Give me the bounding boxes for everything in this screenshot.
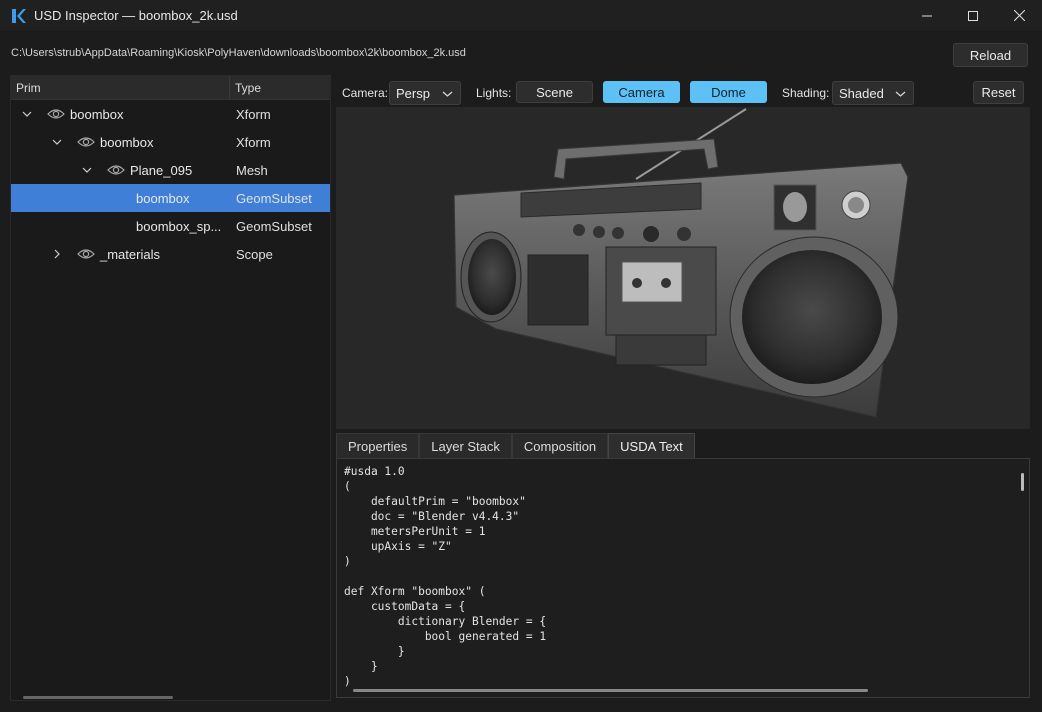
file-path: C:\Users\strub\AppData\Roaming\Kiosk\Pol… bbox=[11, 47, 466, 59]
column-header-prim[interactable]: Prim bbox=[11, 76, 230, 99]
eye-icon[interactable] bbox=[107, 164, 125, 176]
close-icon bbox=[1013, 9, 1025, 24]
minimize-icon bbox=[922, 9, 932, 24]
horizontal-scrollbar[interactable] bbox=[353, 689, 868, 692]
chevron-down-icon[interactable] bbox=[51, 136, 63, 148]
app-logo-icon bbox=[9, 7, 27, 25]
horizontal-scrollbar[interactable] bbox=[23, 696, 173, 699]
prim-type: GeomSubset bbox=[236, 218, 312, 234]
minimize-button[interactable] bbox=[904, 0, 950, 32]
prim-name: _materials bbox=[100, 246, 160, 262]
tree-row[interactable]: Plane_095 Mesh bbox=[11, 156, 330, 184]
camera-dropdown[interactable]: Persp bbox=[389, 81, 461, 105]
tree-row[interactable]: _materials Scope bbox=[11, 240, 330, 268]
shading-dropdown[interactable]: Shaded bbox=[832, 81, 914, 105]
chevron-down-icon[interactable] bbox=[81, 164, 93, 176]
prim-type: Xform bbox=[236, 134, 271, 150]
eye-icon[interactable] bbox=[47, 108, 65, 120]
tree-row[interactable]: boombox_sp... GeomSubset bbox=[11, 212, 330, 240]
reload-button[interactable]: Reload bbox=[953, 43, 1028, 67]
lights-label: Lights: bbox=[476, 86, 512, 100]
eye-icon[interactable] bbox=[77, 136, 95, 148]
usda-code: #usda 1.0 ( defaultPrim = "boombox" doc … bbox=[344, 465, 547, 688]
prim-name: boombox bbox=[136, 190, 190, 206]
reset-button[interactable]: Reset bbox=[973, 81, 1024, 104]
camera-label: Camera: bbox=[342, 86, 389, 100]
tab-composition[interactable]: Composition bbox=[511, 433, 609, 458]
chevron-down-icon bbox=[895, 87, 906, 102]
light-toggle-dome[interactable]: Dome bbox=[690, 81, 767, 103]
prim-name: boombox_sp... bbox=[136, 218, 222, 234]
maximize-button[interactable] bbox=[950, 0, 996, 32]
maximize-icon bbox=[968, 9, 978, 24]
window-title: USD Inspector — boombox_2k.usd bbox=[34, 8, 238, 23]
prim-type: Xform bbox=[236, 106, 271, 122]
chevron-down-icon[interactable] bbox=[21, 108, 33, 120]
title-bar: USD Inspector — boombox_2k.usd bbox=[0, 0, 1042, 32]
usda-text-view[interactable]: #usda 1.0 ( defaultPrim = "boombox" doc … bbox=[336, 458, 1030, 698]
tree-row[interactable]: boombox Xform bbox=[11, 100, 330, 128]
prim-tree-panel: Prim Type boombox Xform boombox Xform Pl… bbox=[10, 75, 331, 701]
path-bar: C:\Users\strub\AppData\Roaming\Kiosk\Pol… bbox=[0, 32, 1042, 74]
3d-viewport[interactable] bbox=[336, 107, 1030, 429]
tab-layer-stack[interactable]: Layer Stack bbox=[419, 433, 512, 458]
viewport-toolbar: Camera: Persp Lights: Scene Camera Dome … bbox=[336, 78, 1032, 108]
tree-row[interactable]: boombox Xform bbox=[11, 128, 330, 156]
chevron-down-icon bbox=[442, 87, 453, 102]
shading-value: Shaded bbox=[839, 85, 884, 101]
eye-icon[interactable] bbox=[77, 248, 95, 260]
light-toggle-scene[interactable]: Scene bbox=[516, 81, 593, 103]
column-header-type[interactable]: Type bbox=[230, 76, 261, 99]
tree-header: Prim Type bbox=[11, 76, 330, 100]
tab-usda-text[interactable]: USDA Text bbox=[608, 433, 695, 458]
close-button[interactable] bbox=[996, 0, 1042, 32]
shading-label: Shading: bbox=[782, 86, 830, 100]
prim-type: Scope bbox=[236, 246, 273, 262]
inspector-tabs: Properties Layer Stack Composition USDA … bbox=[336, 433, 695, 458]
vertical-scrollbar[interactable] bbox=[1021, 473, 1024, 491]
prim-name: Plane_095 bbox=[130, 162, 193, 178]
prim-name: boombox bbox=[70, 106, 124, 122]
camera-value: Persp bbox=[396, 85, 430, 101]
boombox-model bbox=[453, 108, 909, 418]
chevron-right-icon[interactable] bbox=[51, 248, 63, 260]
prim-type: Mesh bbox=[236, 162, 268, 178]
tab-properties[interactable]: Properties bbox=[336, 433, 420, 458]
tree-row-selected[interactable]: boombox GeomSubset bbox=[11, 184, 330, 212]
prim-name: boombox bbox=[100, 134, 154, 150]
prim-type: GeomSubset bbox=[236, 190, 312, 206]
light-toggle-camera[interactable]: Camera bbox=[603, 81, 680, 103]
